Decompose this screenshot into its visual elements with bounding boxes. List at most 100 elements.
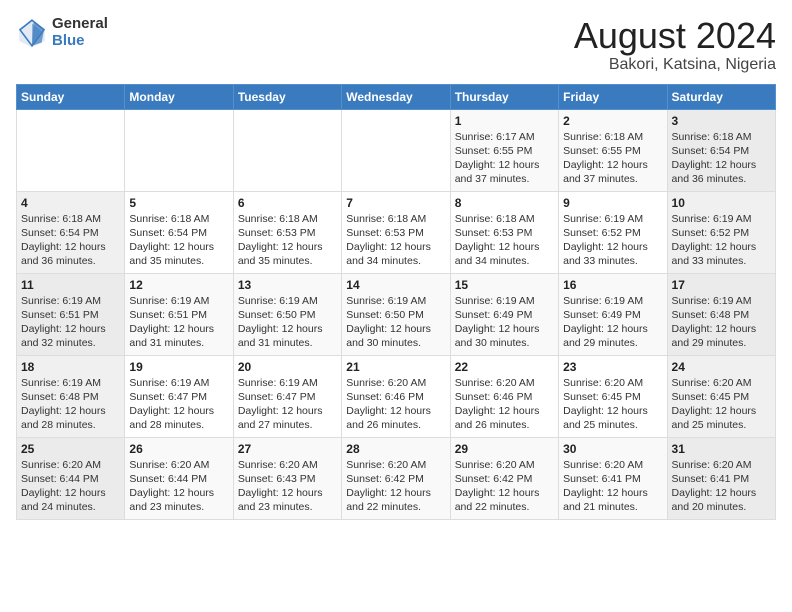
day-number: 9 — [563, 196, 662, 210]
calendar-cell: 5 Sunrise: 6:18 AM Sunset: 6:54 PM Daylig… — [125, 191, 233, 273]
calendar-cell: 10Sunrise: 6:19 AM Sunset: 6:52 PM Dayli… — [667, 191, 775, 273]
calendar-cell: 13 Sunrise: 6:19 AM Sunset: 6:50 PM Dayli… — [233, 273, 341, 355]
calendar-header: SundayMondayTuesdayWednesdayThursdayFrid… — [17, 84, 776, 109]
calendar-cell: 7Sunrise: 6:18 AM Sunset: 6:53 PM Daylig… — [342, 191, 450, 273]
day-number: 15 — [455, 278, 554, 292]
calendar-cell: 27 Sunrise: 6:20 AM Sunset: 6:43 PM Dayli… — [233, 437, 341, 519]
calendar-cell: 17Sunrise: 6:19 AM Sunset: 6:48 PM Dayli… — [667, 273, 775, 355]
day-info: Sunrise: 6:18 AM Sunset: 6:55 PM Dayligh… — [563, 130, 662, 187]
day-info: Sunrise: 6:17 AM Sunset: 6:55 PM Dayligh… — [455, 130, 554, 187]
calendar-week-row: 4 Sunrise: 6:18 AM Sunset: 6:54 PM Daylig… — [17, 191, 776, 273]
day-info: Sunrise: 6:20 AM Sunset: 6:44 PM Dayligh… — [21, 458, 120, 515]
day-number: 27 — [238, 442, 337, 456]
day-number: 2 — [563, 114, 662, 128]
calendar-cell — [17, 109, 125, 191]
calendar-header-day: Monday — [125, 84, 233, 109]
day-info: Sunrise: 6:20 AM Sunset: 6:43 PM Dayligh… — [238, 458, 337, 515]
day-number: 26 — [129, 442, 228, 456]
day-number: 6 — [238, 196, 337, 210]
day-info: Sunrise: 6:19 AM Sunset: 6:51 PM Dayligh… — [129, 294, 228, 351]
day-info: Sunrise: 6:20 AM Sunset: 6:44 PM Dayligh… — [129, 458, 228, 515]
calendar-week-row: 1 Sunrise: 6:17 AM Sunset: 6:55 PM Daylig… — [17, 109, 776, 191]
calendar-body: 1 Sunrise: 6:17 AM Sunset: 6:55 PM Daylig… — [17, 109, 776, 519]
day-info: Sunrise: 6:19 AM Sunset: 6:50 PM Dayligh… — [238, 294, 337, 351]
month-title: August 2024 — [574, 16, 776, 56]
calendar-cell: 11Sunrise: 6:19 AM Sunset: 6:51 PM Dayli… — [17, 273, 125, 355]
day-info: Sunrise: 6:19 AM Sunset: 6:47 PM Dayligh… — [238, 376, 337, 433]
logo-text: General Blue — [52, 16, 108, 49]
day-info: Sunrise: 6:19 AM Sunset: 6:49 PM Dayligh… — [563, 294, 662, 351]
calendar-cell: 20 Sunrise: 6:19 AM Sunset: 6:47 PM Dayli… — [233, 355, 341, 437]
day-info: Sunrise: 6:20 AM Sunset: 6:42 PM Dayligh… — [346, 458, 445, 515]
calendar-cell: 25 Sunrise: 6:20 AM Sunset: 6:44 PM Dayli… — [17, 437, 125, 519]
day-number: 12 — [129, 278, 228, 292]
day-info: Sunrise: 6:19 AM Sunset: 6:48 PM Dayligh… — [21, 376, 120, 433]
calendar-cell: 22Sunrise: 6:20 AM Sunset: 6:46 PM Dayli… — [450, 355, 558, 437]
day-number: 1 — [455, 114, 554, 128]
calendar-week-row: 25 Sunrise: 6:20 AM Sunset: 6:44 PM Dayli… — [17, 437, 776, 519]
day-info: Sunrise: 6:18 AM Sunset: 6:54 PM Dayligh… — [672, 130, 771, 187]
day-info: Sunrise: 6:19 AM Sunset: 6:50 PM Dayligh… — [346, 294, 445, 351]
day-number: 19 — [129, 360, 228, 374]
day-info: Sunrise: 6:20 AM Sunset: 6:46 PM Dayligh… — [455, 376, 554, 433]
calendar-cell: 31Sunrise: 6:20 AM Sunset: 6:41 PM Dayli… — [667, 437, 775, 519]
calendar-week-row: 18 Sunrise: 6:19 AM Sunset: 6:48 PM Dayli… — [17, 355, 776, 437]
calendar-cell — [125, 109, 233, 191]
calendar-cell: 4 Sunrise: 6:18 AM Sunset: 6:54 PM Daylig… — [17, 191, 125, 273]
calendar-cell: 14Sunrise: 6:19 AM Sunset: 6:50 PM Dayli… — [342, 273, 450, 355]
calendar-header-day: Tuesday — [233, 84, 341, 109]
calendar-cell: 24 Sunrise: 6:20 AM Sunset: 6:45 PM Dayli… — [667, 355, 775, 437]
day-info: Sunrise: 6:20 AM Sunset: 6:45 PM Dayligh… — [563, 376, 662, 433]
day-number: 23 — [563, 360, 662, 374]
calendar-cell: 29Sunrise: 6:20 AM Sunset: 6:42 PM Dayli… — [450, 437, 558, 519]
page-container: General Blue August 2024 Bakori, Katsina… — [0, 0, 792, 528]
day-number: 13 — [238, 278, 337, 292]
calendar-cell: 21 Sunrise: 6:20 AM Sunset: 6:46 PM Dayli… — [342, 355, 450, 437]
logo-icon — [16, 17, 48, 49]
calendar-cell: 3Sunrise: 6:18 AM Sunset: 6:54 PM Daylig… — [667, 109, 775, 191]
day-info: Sunrise: 6:20 AM Sunset: 6:45 PM Dayligh… — [672, 376, 771, 433]
calendar-cell: 9 Sunrise: 6:19 AM Sunset: 6:52 PM Daylig… — [559, 191, 667, 273]
calendar-header-day: Friday — [559, 84, 667, 109]
day-number: 4 — [21, 196, 120, 210]
page-header: General Blue August 2024 Bakori, Katsina… — [16, 16, 776, 74]
logo-general: General — [52, 16, 108, 33]
day-number: 20 — [238, 360, 337, 374]
title-block: August 2024 Bakori, Katsina, Nigeria — [574, 16, 776, 74]
calendar-header-row: SundayMondayTuesdayWednesdayThursdayFrid… — [17, 84, 776, 109]
day-info: Sunrise: 6:18 AM Sunset: 6:53 PM Dayligh… — [346, 212, 445, 269]
calendar-header-day: Thursday — [450, 84, 558, 109]
day-number: 16 — [563, 278, 662, 292]
logo-blue: Blue — [52, 33, 108, 50]
calendar-cell: 30Sunrise: 6:20 AM Sunset: 6:41 PM Dayli… — [559, 437, 667, 519]
day-number: 25 — [21, 442, 120, 456]
day-number: 18 — [21, 360, 120, 374]
calendar-table: SundayMondayTuesdayWednesdayThursdayFrid… — [16, 84, 776, 520]
day-info: Sunrise: 6:19 AM Sunset: 6:52 PM Dayligh… — [672, 212, 771, 269]
calendar-cell: 12 Sunrise: 6:19 AM Sunset: 6:51 PM Dayli… — [125, 273, 233, 355]
day-info: Sunrise: 6:18 AM Sunset: 6:54 PM Dayligh… — [129, 212, 228, 269]
day-info: Sunrise: 6:18 AM Sunset: 6:54 PM Dayligh… — [21, 212, 120, 269]
day-info: Sunrise: 6:20 AM Sunset: 6:41 PM Dayligh… — [672, 458, 771, 515]
day-info: Sunrise: 6:20 AM Sunset: 6:46 PM Dayligh… — [346, 376, 445, 433]
day-number: 24 — [672, 360, 771, 374]
location: Bakori, Katsina, Nigeria — [574, 56, 776, 74]
day-info: Sunrise: 6:20 AM Sunset: 6:42 PM Dayligh… — [455, 458, 554, 515]
day-number: 28 — [346, 442, 445, 456]
day-info: Sunrise: 6:19 AM Sunset: 6:52 PM Dayligh… — [563, 212, 662, 269]
day-info: Sunrise: 6:18 AM Sunset: 6:53 PM Dayligh… — [238, 212, 337, 269]
day-number: 30 — [563, 442, 662, 456]
day-number: 21 — [346, 360, 445, 374]
day-info: Sunrise: 6:19 AM Sunset: 6:47 PM Dayligh… — [129, 376, 228, 433]
calendar-cell: 26 Sunrise: 6:20 AM Sunset: 6:44 PM Dayli… — [125, 437, 233, 519]
calendar-cell: 1 Sunrise: 6:17 AM Sunset: 6:55 PM Daylig… — [450, 109, 558, 191]
day-number: 17 — [672, 278, 771, 292]
day-info: Sunrise: 6:19 AM Sunset: 6:49 PM Dayligh… — [455, 294, 554, 351]
calendar-cell — [342, 109, 450, 191]
calendar-cell: 15 Sunrise: 6:19 AM Sunset: 6:49 PM Dayli… — [450, 273, 558, 355]
day-number: 8 — [455, 196, 554, 210]
calendar-cell — [233, 109, 341, 191]
day-number: 5 — [129, 196, 228, 210]
calendar-cell: 19 Sunrise: 6:19 AM Sunset: 6:47 PM Dayli… — [125, 355, 233, 437]
day-number: 11 — [21, 278, 120, 292]
